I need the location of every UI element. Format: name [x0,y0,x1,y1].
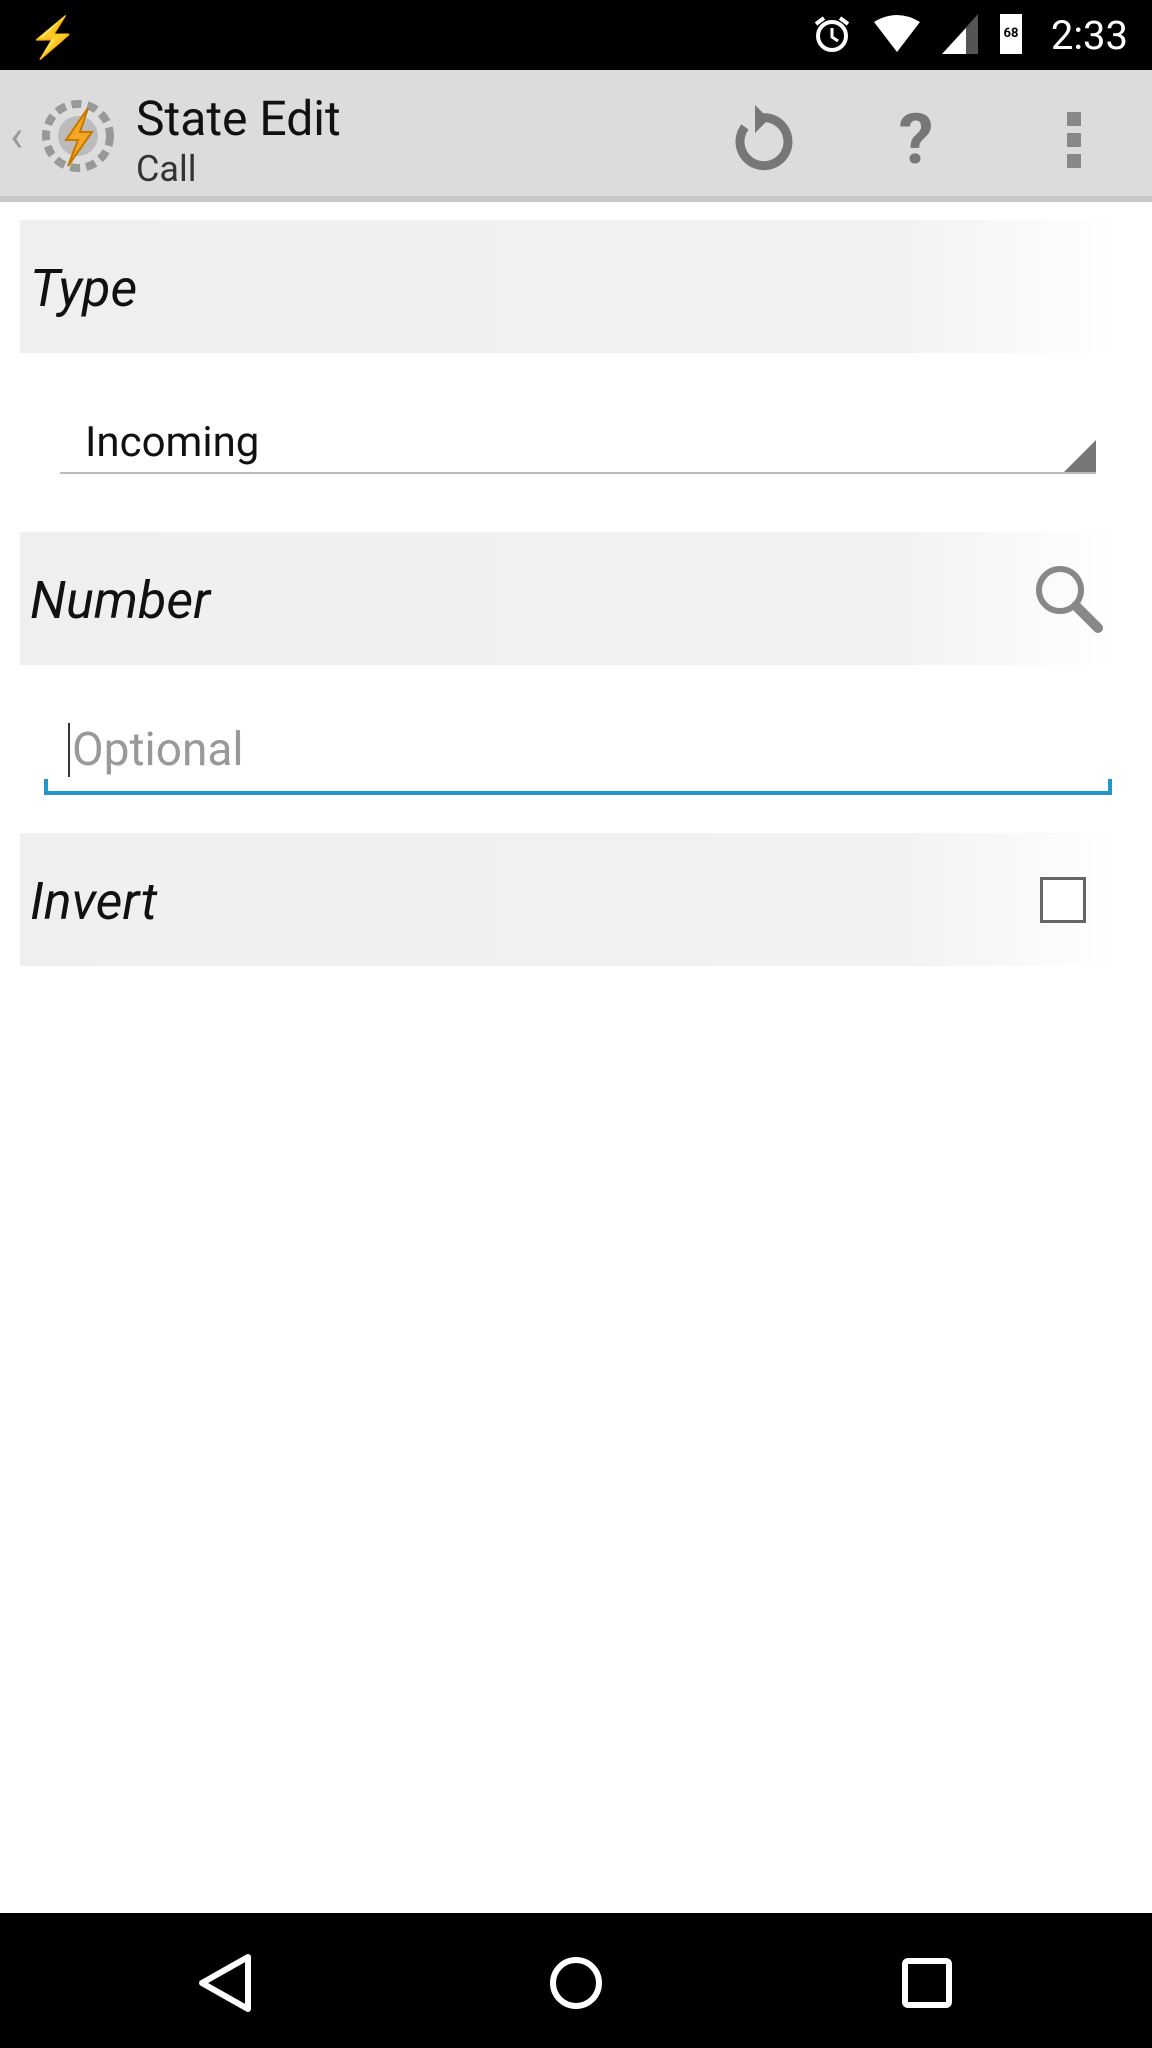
number-field[interactable] [44,705,1112,795]
number-input[interactable] [68,723,1068,777]
undo-icon [735,105,793,171]
number-label: Number [30,570,211,631]
type-section-header: Type [20,220,1120,353]
up-chevron-icon[interactable]: ‹ [10,110,23,162]
home-icon[interactable] [536,1943,616,2023]
back-icon[interactable] [186,1943,266,2023]
page-title: State Edit [136,90,341,147]
help-icon: ? [898,99,934,181]
search-icon[interactable] [1032,562,1104,634]
battery-icon: 68 [1000,14,1022,54]
overflow-menu-icon [1067,112,1081,168]
signal-icon [942,14,978,54]
type-dropdown[interactable]: Incoming [60,410,1096,474]
dropdown-triangle-icon [1064,440,1096,472]
overflow-menu-button[interactable] [1034,100,1114,180]
navigation-bar [0,1913,1152,2048]
action-bar: ‹ State Edit Call ? [0,70,1152,202]
clock: 2:33 [1050,12,1128,59]
alarm-icon [814,16,850,52]
undo-button[interactable] [720,100,800,180]
invert-label: Invert [30,871,158,932]
type-selected-value: Incoming [85,418,260,467]
invert-section-header: Invert [20,833,1120,966]
help-button[interactable]: ? [876,99,956,181]
flash-icon: ⚡ [28,14,78,61]
number-section-header: Number [20,532,1120,665]
page-subtitle: Call [136,148,197,190]
invert-checkbox[interactable] [1040,877,1086,923]
recents-icon[interactable] [887,1943,967,2023]
app-logo-icon[interactable] [38,96,118,176]
status-bar: ⚡ 68 2:33 [0,0,1152,70]
type-label: Type [30,258,138,319]
wifi-icon [874,15,920,52]
